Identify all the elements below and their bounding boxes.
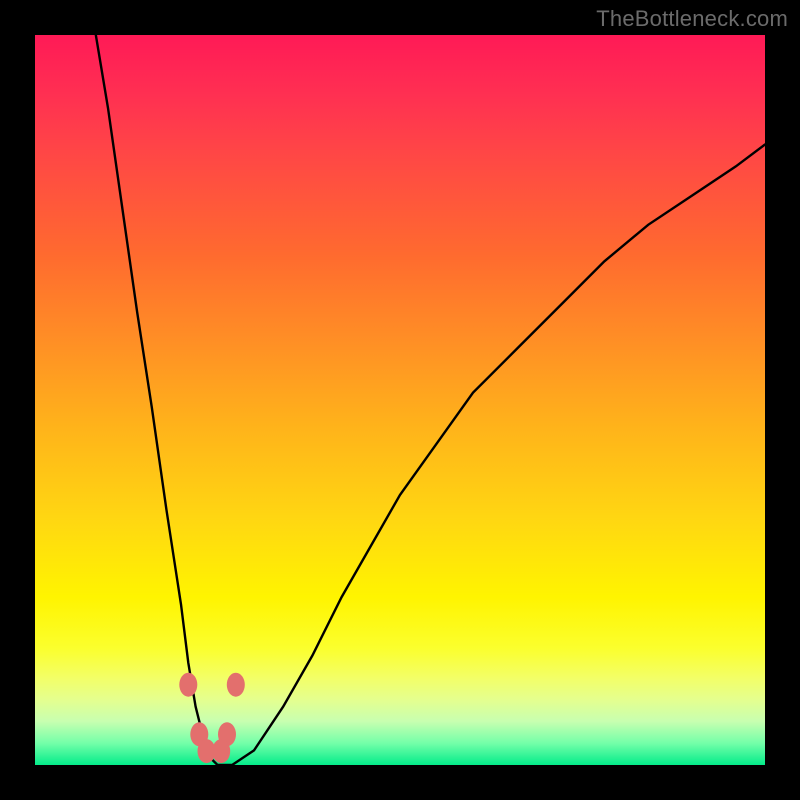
data-marker <box>179 673 197 697</box>
data-marker <box>212 739 230 763</box>
curve-layer <box>35 35 765 765</box>
data-markers <box>179 673 245 763</box>
bottleneck-curve <box>93 35 765 765</box>
watermark-text: TheBottleneck.com <box>596 6 788 32</box>
chart-frame: TheBottleneck.com <box>0 0 800 800</box>
data-marker <box>227 673 245 697</box>
plot-area <box>35 35 765 765</box>
